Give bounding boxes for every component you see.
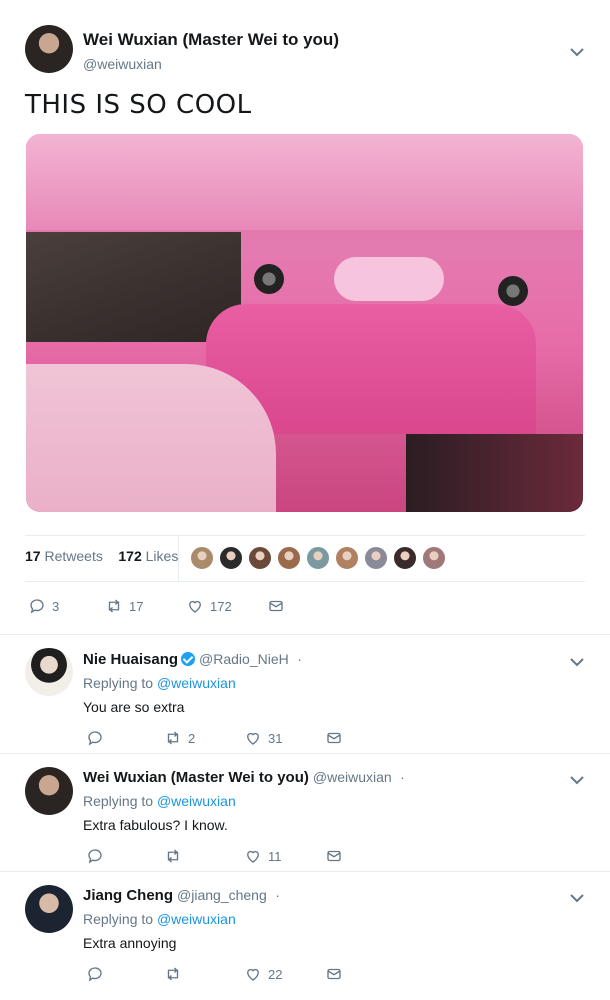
author-handle[interactable]: @Radio_NieH [199, 651, 289, 667]
separator-dot: · [297, 651, 302, 667]
retweets-label[interactable]: Retweets [44, 548, 102, 564]
author-handle[interactable]: @weiwuxian [313, 769, 392, 785]
avatar[interactable] [25, 25, 73, 73]
retweet-icon [167, 731, 179, 745]
reply-tweet: Jiang Cheng @jiang_cheng · Replying to @w… [0, 872, 610, 1000]
like-button[interactable]: 22 [244, 965, 282, 983]
retweet-button[interactable]: 2 [164, 729, 195, 747]
author-name[interactable]: Wei Wuxian (Master Wei to you) [83, 769, 309, 786]
reply-icon [88, 967, 102, 982]
replying-label: Replying to [83, 911, 154, 927]
chevron-down-icon[interactable] [570, 654, 584, 667]
reply-icon [88, 731, 102, 746]
direct-message-button[interactable] [267, 597, 285, 615]
heart-icon [247, 732, 259, 745]
direct-message-button[interactable] [325, 729, 343, 747]
direct-message-button[interactable] [325, 965, 343, 983]
author-handle[interactable]: @weiwuxian [83, 56, 162, 72]
retweet-count: 17 [129, 598, 144, 614]
separator-dot: · [400, 769, 405, 785]
heart-icon [247, 968, 259, 981]
author-name[interactable]: Nie Huaisang [83, 651, 178, 668]
tweet-photo[interactable] [26, 134, 583, 512]
liker-avatar[interactable] [306, 546, 330, 570]
retweet-button[interactable] [164, 847, 188, 865]
retweet-button[interactable]: 17 [105, 597, 143, 615]
avatar[interactable] [25, 767, 73, 815]
replying-to: Replying to @weiwuxian [83, 793, 236, 809]
envelope-icon [327, 850, 341, 862]
reply-tweet: Wei Wuxian (Master Wei to you) @weiwuxian… [0, 754, 610, 872]
retweet-count: 2 [188, 730, 196, 746]
reply-header: Nie Huaisang @Radio_NieH · [83, 651, 302, 669]
reply-text: Extra annoying [83, 935, 177, 951]
author-name[interactable]: Jiang Cheng [83, 887, 173, 904]
envelope-icon [327, 968, 341, 980]
liker-avatar[interactable] [277, 546, 301, 570]
chevron-down-icon[interactable] [570, 44, 584, 57]
like-count: 172 [210, 598, 232, 614]
chevron-down-icon[interactable] [570, 772, 584, 785]
replying-to-link[interactable]: @weiwuxian [157, 793, 236, 809]
divider [25, 581, 585, 582]
reply-icon [30, 599, 44, 614]
avatar[interactable] [25, 648, 73, 696]
reply-count: 3 [52, 598, 60, 614]
like-button[interactable]: 11 [244, 847, 282, 865]
liker-avatar[interactable] [190, 546, 214, 570]
liker-avatar[interactable] [364, 546, 388, 570]
replying-to: Replying to @weiwuxian [83, 675, 236, 691]
replying-to-link[interactable]: @weiwuxian [157, 675, 236, 691]
reply-button[interactable]: 3 [28, 597, 59, 615]
replying-to-link[interactable]: @weiwuxian [157, 911, 236, 927]
author-handle[interactable]: @jiang_cheng [177, 887, 267, 903]
direct-message-button[interactable] [325, 847, 343, 865]
replying-label: Replying to [83, 675, 154, 691]
retweet-icon [167, 967, 179, 981]
reply-button[interactable] [86, 729, 110, 747]
engagement-stats: 17 Retweets 172 Likes [25, 548, 178, 564]
divider [25, 535, 585, 536]
liker-avatar[interactable] [248, 546, 272, 570]
reply-header: Wei Wuxian (Master Wei to you) @weiwuxian… [83, 769, 405, 787]
reply-text: You are so extra [83, 699, 185, 715]
like-count: 22 [268, 966, 283, 982]
liker-avatar[interactable] [393, 546, 417, 570]
reply-button[interactable] [86, 847, 110, 865]
retweet-icon [108, 599, 120, 613]
like-button[interactable]: 172 [186, 597, 232, 615]
reply-button[interactable] [86, 965, 110, 983]
reply-tweet: Nie Huaisang @Radio_NieH · Replying to @w… [0, 634, 610, 754]
retweets-count[interactable]: 17 [25, 548, 41, 564]
envelope-icon [269, 600, 283, 612]
avatar[interactable] [25, 885, 73, 933]
separator-dot: · [275, 887, 280, 903]
divider [178, 536, 179, 582]
liker-avatar[interactable] [422, 546, 446, 570]
verified-badge-icon [181, 652, 196, 666]
heart-icon [247, 850, 259, 863]
likes-count[interactable]: 172 [118, 548, 141, 564]
tweet-text: THIS IS SO COOL [25, 90, 252, 120]
like-count: 31 [268, 730, 283, 746]
retweet-icon [167, 849, 179, 863]
reply-header: Jiang Cheng @jiang_cheng · [83, 887, 280, 905]
liker-avatar[interactable] [219, 546, 243, 570]
likes-label[interactable]: Likes [146, 548, 179, 564]
like-button[interactable]: 31 [244, 729, 282, 747]
replying-to: Replying to @weiwuxian [83, 911, 236, 927]
heart-icon [189, 600, 201, 613]
envelope-icon [327, 732, 341, 744]
reply-text: Extra fabulous? I know. [83, 817, 228, 833]
replying-label: Replying to [83, 793, 154, 809]
liker-avatar[interactable] [335, 546, 359, 570]
like-count: 11 [268, 848, 282, 864]
retweet-button[interactable] [164, 965, 188, 983]
chevron-down-icon[interactable] [570, 890, 584, 903]
reply-icon [88, 849, 102, 864]
author-name[interactable]: Wei Wuxian (Master Wei to you) [83, 30, 339, 50]
